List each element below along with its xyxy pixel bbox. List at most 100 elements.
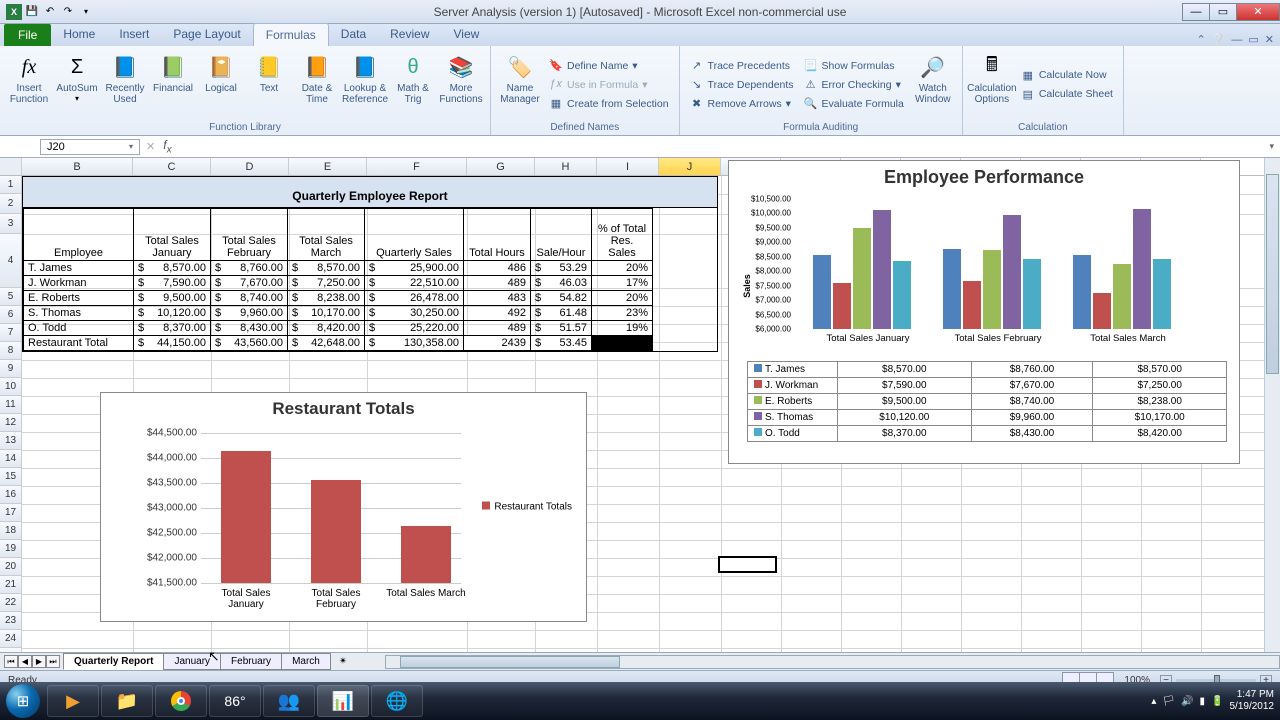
volume-icon[interactable]: 🔊 (1181, 696, 1193, 707)
vertical-scrollbar[interactable] (1264, 158, 1280, 652)
ribbon-tab-review[interactable]: Review (378, 23, 441, 46)
row-header[interactable]: 24 (0, 630, 22, 648)
row-header[interactable]: 9 (0, 360, 22, 378)
calculate-now-button[interactable]: ▦Calculate Now (1017, 66, 1117, 84)
row-header[interactable]: 25 (0, 648, 22, 652)
ribbon-tab-formulas[interactable]: Formulas (253, 23, 329, 46)
maximize-button[interactable]: ▭ (1209, 3, 1237, 21)
row-header[interactable]: 5 (0, 288, 22, 306)
cancel-icon[interactable]: ✕ (146, 140, 155, 153)
more-functions-button[interactable]: 📚More Functions (438, 49, 484, 120)
redo-icon[interactable]: ↷ (60, 4, 76, 20)
formula-input[interactable] (180, 139, 1264, 155)
ribbon-tab-page-layout[interactable]: Page Layout (161, 23, 252, 46)
employee-performance-chart[interactable]: Employee Performance Sales $10,500.00$10… (728, 160, 1240, 464)
column-header[interactable]: J (659, 158, 721, 175)
file-tab[interactable]: File (4, 24, 51, 46)
text-button[interactable]: 📒Text (246, 49, 292, 120)
minimize-button[interactable]: — (1182, 3, 1210, 21)
row-header[interactable]: 11 (0, 396, 22, 414)
row-header[interactable]: 23 (0, 612, 22, 630)
trace-precedents-button[interactable]: ↗Trace Precedents (686, 57, 798, 75)
row-header[interactable]: 16 (0, 486, 22, 504)
lookup-button[interactable]: 📘Lookup & Reference (342, 49, 388, 120)
window-min-icon[interactable]: — (1231, 34, 1242, 46)
sheet-tab[interactable]: Quarterly Report (63, 653, 164, 670)
recently-used-button[interactable]: 📘Recently Used (102, 49, 148, 120)
row-header[interactable]: 10 (0, 378, 22, 396)
insert-function-button[interactable]: fxInsert Function (6, 49, 52, 120)
ribbon-tab-view[interactable]: View (442, 23, 492, 46)
window-close-icon[interactable]: ✕ (1265, 33, 1274, 46)
sheet-nav-next-icon[interactable]: ▶ (32, 655, 46, 668)
ribbon-tab-home[interactable]: Home (51, 23, 107, 46)
horizontal-scrollbar[interactable] (385, 655, 1280, 669)
use-in-formula-button[interactable]: ƒ𝑥Use in Formula ▾ (545, 76, 673, 94)
column-header[interactable]: B (22, 158, 133, 175)
minimize-ribbon-icon[interactable]: ⌃ (1196, 33, 1205, 46)
row-header[interactable]: 17 (0, 504, 22, 522)
taskbar-media-player[interactable]: ▶ (47, 685, 99, 717)
sheet-nav-prev-icon[interactable]: ◀ (18, 655, 32, 668)
watch-window-button[interactable]: 🔎Watch Window (910, 49, 956, 120)
show-formulas-button[interactable]: 📃Show Formulas (800, 57, 908, 75)
taskbar-app2[interactable]: 🌐 (371, 685, 423, 717)
undo-icon[interactable]: ↶ (42, 4, 58, 20)
restaurant-totals-chart[interactable]: Restaurant Totals $44,500.00$44,000.00$4… (100, 392, 587, 622)
create-from-selection-button[interactable]: ▦Create from Selection (545, 95, 673, 113)
row-header[interactable]: 6 (0, 306, 22, 324)
flag-icon[interactable]: 🏳 (1162, 696, 1175, 707)
help-icon[interactable]: ❔ (1212, 33, 1226, 46)
sheet-tab[interactable]: February (220, 653, 282, 670)
calculate-sheet-button[interactable]: ▤Calculate Sheet (1017, 85, 1117, 103)
calculation-options-button[interactable]: 🖩Calculation Options (969, 49, 1015, 120)
row-header[interactable]: 4 (0, 234, 22, 288)
taskbar-chrome[interactable] (155, 685, 207, 717)
row-header[interactable]: 21 (0, 576, 22, 594)
error-checking-button[interactable]: ⚠Error Checking ▾ (800, 76, 908, 94)
row-header[interactable]: 2 (0, 194, 22, 214)
math-trig-button[interactable]: θMath & Trig (390, 49, 436, 120)
taskbar-weather[interactable]: 86° (209, 685, 261, 717)
define-name-button[interactable]: 🔖Define Name ▾ (545, 57, 673, 75)
row-header[interactable]: 1 (0, 176, 22, 194)
save-icon[interactable]: 💾 (24, 4, 40, 20)
system-tray[interactable]: ▴ 🏳 🔊 ▮ 🔋 1:47 PM5/19/2012 (1151, 689, 1274, 713)
taskbar-clock[interactable]: 1:47 PM5/19/2012 (1230, 689, 1275, 713)
row-header[interactable]: 14 (0, 450, 22, 468)
row-header[interactable]: 7 (0, 324, 22, 342)
column-header[interactable]: D (211, 158, 289, 175)
sheet-nav-last-icon[interactable]: ⏭ (46, 655, 60, 668)
column-header[interactable]: H (535, 158, 597, 175)
column-header[interactable]: I (597, 158, 659, 175)
ribbon-tab-insert[interactable]: Insert (107, 23, 161, 46)
autosum-button[interactable]: ΣAutoSum▾ (54, 49, 100, 120)
row-header[interactable]: 8 (0, 342, 22, 360)
expand-bar-icon[interactable]: ▾ (1263, 141, 1280, 152)
trace-dependents-button[interactable]: ↘Trace Dependents (686, 76, 798, 94)
sheet-tab[interactable]: March (281, 653, 331, 670)
close-button[interactable]: ✕ (1236, 3, 1280, 21)
fx-button-icon[interactable]: fx (155, 138, 179, 155)
spreadsheet-grid[interactable]: BCDEFGHIJKLMNOPQR 1234567891011121314151… (0, 158, 1280, 652)
row-header[interactable]: 20 (0, 558, 22, 576)
select-all-corner[interactable] (0, 158, 22, 175)
column-header[interactable]: F (367, 158, 467, 175)
network-icon[interactable]: ▮ (1200, 696, 1206, 707)
name-box[interactable]: J20▾ (40, 139, 140, 155)
qat-dropdown-icon[interactable]: ▾ (78, 4, 94, 20)
date-time-button[interactable]: 📙Date & Time (294, 49, 340, 120)
taskbar-excel[interactable]: 📊 (317, 685, 369, 717)
taskbar-explorer[interactable]: 📁 (101, 685, 153, 717)
row-header[interactable]: 12 (0, 414, 22, 432)
row-header[interactable]: 15 (0, 468, 22, 486)
row-header[interactable]: 22 (0, 594, 22, 612)
row-header[interactable]: 19 (0, 540, 22, 558)
row-header[interactable]: 13 (0, 432, 22, 450)
financial-button[interactable]: 📗Financial (150, 49, 196, 120)
column-header[interactable]: G (467, 158, 535, 175)
column-header[interactable]: E (289, 158, 367, 175)
new-sheet-icon[interactable]: ✴ (331, 656, 355, 667)
start-button[interactable]: ⊞ (0, 682, 46, 720)
ribbon-tab-data[interactable]: Data (329, 23, 378, 46)
